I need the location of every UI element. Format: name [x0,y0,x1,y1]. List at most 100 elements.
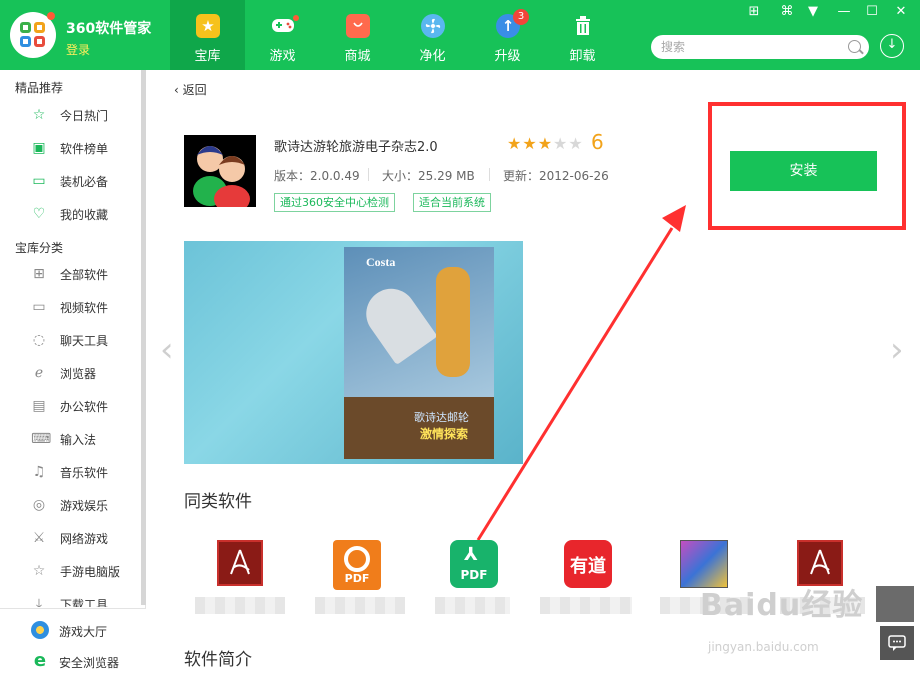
obscured-software-name [315,597,405,614]
compatible-tag: 适合当前系统 [413,193,491,212]
sidebar-item-all-software[interactable]: ⊞ 全部软件 [0,257,140,290]
ranking-icon: ▣ [32,140,46,156]
login-link[interactable]: 登录 [66,41,90,58]
search-box [651,35,869,59]
music-icon: ♫ [32,464,46,480]
divider [489,168,490,181]
tab-games[interactable]: 游戏 [245,0,320,70]
star-outline-icon: ☆ [32,563,46,579]
tab-baoku[interactable]: ★ 宝库 [170,0,245,70]
sidebar-item-music[interactable]: ♫ 音乐软件 [0,455,140,488]
app-icon [184,135,256,213]
star-filled-icon: ★ [507,134,523,153]
video-icon: ▭ [32,299,46,315]
obscured-software-name [195,597,285,614]
gamepad-icon: ◎ [32,497,46,513]
star-empty-icon: ★ [568,134,584,153]
download-icon: ⤓ [35,596,43,607]
minimize-icon[interactable]: — [836,4,852,20]
sword-icon: ⚔ [32,530,46,546]
maximize-icon[interactable]: ☐ [864,4,880,20]
sidebar-item-hot-today[interactable]: ☆ 今日热门 [0,98,140,131]
sidebar-item-essentials[interactable]: ▭ 装机必备 [0,164,140,197]
shopping-bag-icon [346,14,370,38]
tab-clean[interactable]: 净化 [395,0,470,70]
baidu-watermark-url: jingyan.baidu.com [708,640,819,654]
divider [368,168,369,181]
game-hall-icon [31,621,49,639]
star-filled-icon: ★ [537,134,554,153]
app-title: 360软件管家 [66,21,152,37]
sidebar-item-secure-browser[interactable]: e 安全浏览器 [0,646,146,676]
baidu-watermark: Baidu经验 [700,588,864,623]
adobe-reader-icon[interactable] [217,540,263,586]
sidebar-item-online-games[interactable]: ⚔ 网络游戏 [0,521,140,554]
sidebar-item-video[interactable]: ▭ 视频软件 [0,290,140,323]
cover-brand: Costa [366,255,396,269]
cover-caption: 激情探索 [420,427,469,441]
notification-dot [47,12,55,20]
sidebar-item-office[interactable]: ▤ 办公软件 [0,389,140,422]
tab-store[interactable]: 商城 [320,0,395,70]
sidebar-section-featured: 精品推荐 [15,81,64,95]
star-filled-icon: ★ [522,134,538,153]
search-icon[interactable] [848,40,861,53]
next-screenshot-icon[interactable]: › [890,330,904,370]
app-window: 360软件管家 登录 ★ 宝库 游戏 商城 净化 ↑ 3 升级 卸载 ⊞ ⌘ ▼… [0,0,920,680]
keyboard-icon: ⌨ [31,431,52,447]
magazine-cover: Costa 歌诗达邮轮 激情探索 [344,247,494,459]
sidebar-item-chat[interactable]: ◌ 聊天工具 [0,323,140,356]
sidebar: 精品推荐 ☆ 今日热门 ▣ 软件榜单 ▭ 装机必备 ♡ 我的收藏 宝库分类 ⊞ … [0,70,146,680]
briefcase-icon: ▤ [32,398,46,414]
security-check-tag: 通过360安全中心检测 [274,193,395,212]
settings-icon[interactable]: ⌘ [779,4,795,20]
app-name: 歌诗达游轮旅游电子杂志2.0 [274,140,438,155]
app-screenshot[interactable]: Costa 歌诗达邮轮 激情探索 [184,241,523,464]
cover-caption: 歌诗达邮轮 [414,411,469,424]
sidebar-item-rankings[interactable]: ▣ 软件榜单 [0,131,140,164]
green-pdf-icon[interactable]: ⅄ PDF [450,540,498,588]
upgrade-count-badge: 3 [513,9,529,25]
sidebar-item-browser[interactable]: ℯ 浏览器 [0,356,140,389]
gamepad-icon [271,14,295,38]
sidebar-item-mobile-games-pc[interactable]: ☆ 手游电脑版 [0,554,140,587]
close-icon[interactable]: ✕ [893,4,909,20]
notification-dot [293,15,299,21]
search-input[interactable] [661,38,841,56]
monitor-icon: ▭ [32,173,46,189]
sidebar-item-game-entertainment[interactable]: ◎ 游戏娱乐 [0,488,140,521]
sidebar-bottom-links: 游戏大厅 e 安全浏览器 [0,608,146,680]
skin-icon[interactable]: ⊞ [746,4,762,20]
sidebar-item-download-tools[interactable]: ⤓ 下载工具 [0,587,140,607]
trash-icon [571,14,595,38]
back-link[interactable]: ‹ 返回 [174,81,207,98]
menu-dropdown-icon[interactable]: ▼ [805,4,821,20]
browser-icon: ℯ [34,365,44,381]
sidebar-item-input-method[interactable]: ⌨ 输入法 [0,422,140,455]
obscured-software-name [540,597,632,614]
software-intro-heading: 软件简介 [184,650,252,670]
chat-icon: ◌ [32,332,46,348]
scroll-top-button[interactable] [876,586,914,622]
tab-upgrade[interactable]: ↑ 3 升级 [470,0,545,70]
previous-screenshot-icon[interactable]: ‹ [160,330,174,370]
feedback-button[interactable] [880,626,914,660]
size-info: 大小：25.29 MB [382,169,475,183]
install-button[interactable]: 安装 [730,151,877,191]
foxit-pdf-icon[interactable]: PDF [333,540,381,590]
grid-icon: ⊞ [33,266,45,282]
version-info: 版本：2.0.0.49 [274,169,360,183]
youdao-icon[interactable]: 有道 [564,540,612,588]
star-outline-icon: ☆ [32,107,46,123]
tab-uninstall[interactable]: 卸载 [545,0,620,70]
obscured-software-name [435,597,510,614]
sidebar-item-game-hall[interactable]: 游戏大厅 [0,615,146,645]
rating-stars: ★★★★★ [507,134,584,153]
rating-score: 6 [591,130,604,154]
top-bar: 360软件管家 登录 ★ 宝库 游戏 商城 净化 ↑ 3 升级 卸载 ⊞ ⌘ ▼… [0,0,920,70]
download-manager-icon[interactable]: ↓ [880,34,904,58]
sidebar-item-favorites[interactable]: ♡ 我的收藏 [0,197,140,230]
sidebar-scrollbar[interactable] [141,70,146,605]
heart-icon: ♡ [32,206,46,222]
update-date: 更新：2012-06-26 [503,169,609,183]
